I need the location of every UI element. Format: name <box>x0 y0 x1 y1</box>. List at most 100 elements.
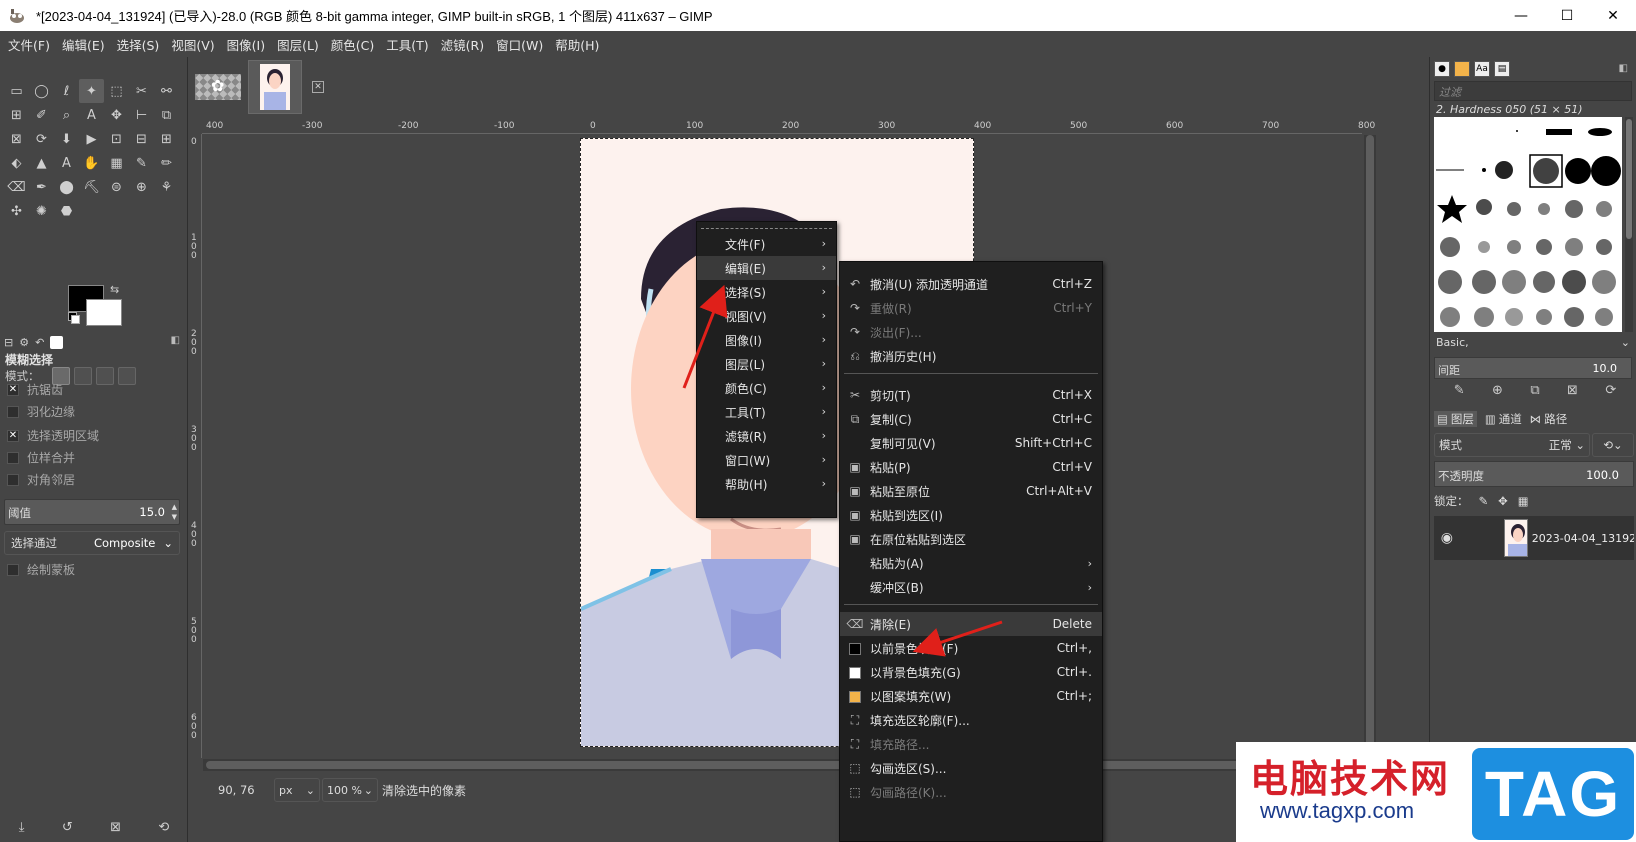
context-item-windows[interactable]: 窗口(W) › <box>697 448 836 472</box>
diagonal-checkbox[interactable] <box>7 473 19 486</box>
tool-button-28[interactable]: ⌫ <box>4 175 29 199</box>
tool-button-7[interactable]: ⊞ <box>4 103 29 127</box>
tool-button-35[interactable]: ✣ <box>4 199 29 223</box>
edit-brush-icon[interactable]: ✎ <box>1454 383 1465 398</box>
menu-edit[interactable]: 编辑(E) <box>58 35 109 54</box>
tool-button-37[interactable]: ⬣ <box>54 199 79 223</box>
tool-button-26[interactable]: ✎ <box>129 151 154 175</box>
sample-merged-checkbox[interactable] <box>7 451 19 464</box>
tool-button-1[interactable]: ◯ <box>29 79 54 103</box>
paste-in-place-item[interactable]: ▣ 粘贴至原位 Ctrl+Alt+V <box>840 479 1102 503</box>
tool-button-25[interactable]: ▦ <box>104 151 129 175</box>
menu-select[interactable]: 选择(S) <box>113 35 164 54</box>
delete-brush-icon[interactable]: ⊠ <box>1567 383 1578 398</box>
undo-history-item[interactable]: ⎌ 撤消历史(H) <box>840 344 1102 368</box>
clear-item[interactable]: ⌫ 清除(E) Delete <box>840 612 1102 636</box>
close-button[interactable]: ✕ <box>1590 0 1636 31</box>
lock-pixels-icon[interactable]: ✎ <box>1479 494 1489 508</box>
tool-button-6[interactable]: ⚯ <box>154 79 179 103</box>
select-by-dropdown[interactable]: 选择通过 Composite ⌄ <box>4 531 180 555</box>
unit-dropdown[interactable]: px ⌄ <box>274 778 320 802</box>
draw-mask-option[interactable]: 绘制蒙板 <box>7 561 75 578</box>
menu-layer[interactable]: 图层(L) <box>273 35 323 54</box>
delete-options-icon[interactable]: ⊠ <box>110 820 121 835</box>
tool-button-3[interactable]: ✦ <box>79 79 104 103</box>
context-item-edit[interactable]: 编辑(E) › <box>697 256 836 280</box>
threshold-slider[interactable]: 阈值 15.0 ▲ ▼ <box>4 499 180 525</box>
new-brush-icon[interactable]: ⊕ <box>1492 383 1503 398</box>
vertical-scrollbar-thumb[interactable] <box>1366 135 1374 757</box>
paste-item[interactable]: ▣ 粘贴(P) Ctrl+V <box>840 455 1102 479</box>
fill-fg-item[interactable]: 以前景色填充(F) Ctrl+, <box>840 636 1102 660</box>
context-item-tools[interactable]: 工具(T) › <box>697 400 836 424</box>
sample-merged-option[interactable]: 位样合并 <box>7 449 75 466</box>
reset-colors-icon[interactable] <box>68 312 80 324</box>
tool-button-19[interactable]: ⊟ <box>129 127 154 151</box>
cut-item[interactable]: ✂ 剪切(T) Ctrl+X <box>840 383 1102 407</box>
context-item-view[interactable]: 视图(V) › <box>697 304 836 328</box>
tab-paths[interactable]: ⋈ 路径 <box>1530 411 1568 427</box>
mode-intersect-button[interactable] <box>117 367 136 385</box>
tool-button-29[interactable]: ✒ <box>29 175 54 199</box>
brush-scrollbar[interactable] <box>1625 117 1633 332</box>
menu-file[interactable]: 文件(F) <box>4 35 54 54</box>
copy-visible-item[interactable]: 复制可见(V) Shift+Ctrl+C <box>840 431 1102 455</box>
tab-channels[interactable]: ▥ 通道 <box>1485 411 1522 427</box>
minimize-button[interactable]: — <box>1498 0 1544 31</box>
menu-windows[interactable]: 窗口(W) <box>492 35 547 54</box>
tool-button-9[interactable]: ⌕ <box>54 103 79 127</box>
tool-button-18[interactable]: ⊡ <box>104 127 129 151</box>
tab-layers[interactable]: ▤ 图层 <box>1434 411 1477 427</box>
fill-selection-outline-item[interactable]: ⛶ 填充选区轮廓(F)... <box>840 708 1102 732</box>
menu-view[interactable]: 视图(V) <box>167 35 218 54</box>
copy-item[interactable]: ⧉ 复制(C) Ctrl+C <box>840 407 1102 431</box>
paste-into-in-place-item[interactable]: ▣ 在原位粘贴到选区 <box>840 527 1102 551</box>
menu-colors[interactable]: 颜色(C) <box>327 35 378 54</box>
tool-button-11[interactable]: ✥ <box>104 103 129 127</box>
mode-add-button[interactable] <box>73 367 92 385</box>
tool-button-30[interactable]: ⬤ <box>54 175 79 199</box>
tool-options-tab-icon[interactable]: ⊟ <box>4 336 13 349</box>
tool-button-31[interactable]: ⛏ <box>79 175 104 199</box>
undo-item[interactable]: ↶ 撤消(U) 添加透明通道 Ctrl+Z <box>840 272 1102 296</box>
tool-button-32[interactable]: ⊜ <box>104 175 129 199</box>
maximize-button[interactable]: ☐ <box>1544 0 1590 31</box>
tool-button-4[interactable]: ⬚ <box>104 79 129 103</box>
undo-history-tab-icon[interactable]: ↶ <box>35 336 44 349</box>
swap-colors-icon[interactable]: ⇆ <box>110 283 119 296</box>
fill-bg-item[interactable]: 以背景色填充(G) Ctrl+. <box>840 660 1102 684</box>
tool-button-15[interactable]: ⟳ <box>29 127 54 151</box>
tool-button-22[interactable]: ▲ <box>29 151 54 175</box>
select-transparent-checkbox[interactable]: ✕ <box>7 429 19 442</box>
image-tab-portrait[interactable] <box>248 60 302 114</box>
menu-filters[interactable]: 滤镜(R) <box>437 35 488 54</box>
tool-button-23[interactable]: A <box>54 151 79 175</box>
dock-menu-icon[interactable]: ◧ <box>171 335 180 346</box>
layer-item[interactable]: ◉ 2023-04-04_131924 <box>1434 516 1634 560</box>
tool-button-5[interactable]: ✂ <box>129 79 154 103</box>
tool-button-27[interactable]: ✏ <box>154 151 179 175</box>
refresh-brushes-icon[interactable]: ⟳ <box>1605 383 1616 398</box>
threshold-spin-icon[interactable]: ▲ ▼ <box>172 502 177 522</box>
device-status-tab-icon[interactable]: ⚙ <box>19 336 29 349</box>
brush-filter-input[interactable]: 过滤 <box>1434 81 1632 101</box>
save-options-icon[interactable]: ⤓ <box>19 820 25 835</box>
image-tab-flower[interactable] <box>191 60 245 114</box>
fill-pattern-item[interactable]: 以图案填充(W) Ctrl+; <box>840 684 1102 708</box>
brush-spacing-slider[interactable]: 间距 10.0 <box>1434 357 1632 379</box>
tool-button-2[interactable]: ℓ <box>54 79 79 103</box>
documents-tab-icon[interactable]: ▤ <box>1494 61 1510 77</box>
restore-options-icon[interactable]: ↺ <box>62 820 73 835</box>
tool-button-34[interactable]: ⚘ <box>154 175 179 199</box>
lock-position-icon[interactable]: ✥ <box>1498 494 1508 508</box>
stroke-path-item[interactable]: ⬚ 勾画路径(K)... <box>840 780 1102 804</box>
zoom-dropdown[interactable]: 100 % ⌄ <box>322 778 378 802</box>
tool-button-24[interactable]: ✋ <box>79 151 104 175</box>
menu-tools[interactable]: 工具(T) <box>382 35 432 54</box>
patterns-tab-icon[interactable] <box>1454 61 1470 77</box>
reset-options-icon[interactable]: ⟲ <box>158 820 169 835</box>
tool-button-16[interactable]: ⬇ <box>54 127 79 151</box>
duplicate-brush-icon[interactable]: ⧉ <box>1530 383 1539 398</box>
draw-mask-checkbox[interactable] <box>7 563 19 576</box>
paste-into-item[interactable]: ▣ 粘贴到选区(I) <box>840 503 1102 527</box>
